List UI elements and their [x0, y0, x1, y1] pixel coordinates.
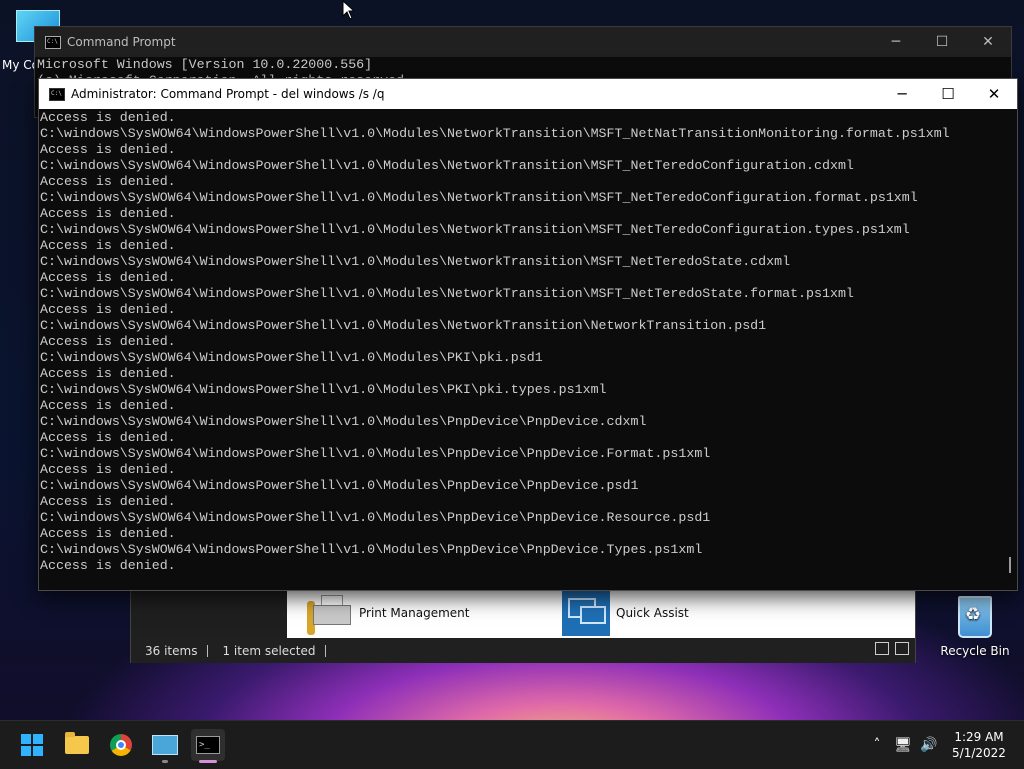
console-line: C:\windows\SysWOW64\WindowsPowerShell\v1…: [40, 414, 647, 429]
close-button[interactable]: ✕: [971, 79, 1017, 109]
quick-assist-icon: [562, 590, 610, 636]
console-line: Access is denied.: [40, 142, 176, 157]
console-line: C:\windows\SysWOW64\WindowsPowerShell\v1…: [40, 350, 543, 365]
print-management-item[interactable]: Print Management: [307, 590, 469, 636]
console-line: C:\windows\SysWOW64\WindowsPowerShell\v1…: [40, 158, 854, 173]
recycle-bin-desktop-icon[interactable]: Recycle Bin: [940, 596, 1010, 658]
minimize-button[interactable]: ─: [879, 79, 925, 109]
volume-icon[interactable]: 🔊: [918, 737, 940, 753]
print-management-label: Print Management: [359, 606, 470, 620]
item-count: 36 items: [145, 643, 198, 658]
console-line: Access is denied.: [40, 270, 176, 285]
mouse-cursor-icon: [342, 0, 354, 20]
console-line: C:\windows\SysWOW64\WindowsPowerShell\v1…: [40, 446, 711, 461]
console-line: Access is denied.: [40, 526, 176, 541]
console-line: C:\windows\SysWOW64\WindowsPowerShell\v1…: [40, 318, 767, 333]
explorer-status-bar: 36 items 1 item selected: [131, 638, 915, 663]
titlebar[interactable]: Administrator: Command Prompt - del wind…: [39, 79, 1017, 109]
chrome-taskbar-button[interactable]: [104, 729, 138, 761]
console-line: Access is denied.: [40, 494, 176, 509]
printer-icon: [307, 591, 353, 635]
recycle-bin-icon: [958, 596, 992, 638]
large-icons-view-icon[interactable]: [895, 642, 909, 655]
console-line: Access is denied.: [40, 238, 176, 253]
minimize-button[interactable]: ─: [873, 27, 919, 57]
console-line: C:\windows\SysWOW64\WindowsPowerShell\v1…: [40, 382, 607, 397]
close-button[interactable]: ✕: [965, 27, 1011, 57]
quick-assist-label: Quick Assist: [616, 606, 689, 620]
recycle-bin-label: Recycle Bin: [940, 644, 1010, 658]
console-line: C:\windows\SysWOW64\WindowsPowerShell\v1…: [40, 222, 910, 237]
window-title: Administrator: Command Prompt - del wind…: [71, 87, 385, 101]
titlebar[interactable]: Command Prompt ─ ☐ ✕: [35, 27, 1011, 57]
maximize-button[interactable]: ☐: [925, 79, 971, 109]
file-explorer-taskbar-button[interactable]: [60, 729, 94, 761]
start-button[interactable]: [15, 729, 49, 761]
quick-assist-item[interactable]: Quick Assist: [562, 590, 689, 636]
console-line: Access is denied.: [40, 206, 176, 221]
console-line: Microsoft Windows [Version 10.0.22000.55…: [37, 57, 373, 72]
network-icon[interactable]: 🖥: [892, 737, 914, 753]
console-line: C:\windows\SysWOW64\WindowsPowerShell\v1…: [40, 286, 854, 301]
console-line: C:\windows\SysWOW64\WindowsPowerShell\v1…: [40, 510, 711, 525]
folder-icon: [65, 732, 89, 754]
status-divider: [325, 644, 327, 657]
system-tray: ˄ 🖥 🔊 1:29 AM 5/1/2022: [866, 721, 1024, 769]
clock[interactable]: 1:29 AM 5/1/2022: [944, 729, 1014, 761]
console-line: C:\windows\SysWOW64\WindowsPowerShell\v1…: [40, 254, 791, 269]
console-line: Access is denied.: [40, 174, 176, 189]
details-view-icon[interactable]: [875, 642, 889, 655]
console-line: Access is denied.: [40, 398, 176, 413]
scrollbar-thumb[interactable]: [1009, 557, 1011, 573]
chrome-icon: [110, 734, 132, 756]
console-line: Access is denied.: [40, 430, 176, 445]
file-explorer-window: Print Management Quick Assist 36 items 1…: [130, 588, 916, 663]
console-line: C:\windows\SysWOW64\WindowsPowerShell\v1…: [40, 478, 639, 493]
maximize-button[interactable]: ☐: [919, 27, 965, 57]
chevron-up-icon[interactable]: ˄: [866, 737, 888, 753]
console-output[interactable]: Access is denied. C:\windows\SysWOW64\Win…: [39, 109, 1017, 586]
cmd-app-icon: [49, 87, 65, 101]
console-line: C:\windows\SysWOW64\WindowsPowerShell\v1…: [40, 190, 918, 205]
console-line: C:\windows\SysWOW64\WindowsPowerShell\v1…: [40, 126, 950, 141]
terminal-icon: >_: [196, 736, 220, 754]
selection-count: 1 item selected: [222, 643, 316, 658]
window-title: Command Prompt: [67, 35, 176, 49]
console-line: Access is denied.: [40, 302, 176, 317]
command-prompt-taskbar-button[interactable]: >_: [191, 729, 225, 763]
taskbar: >_ ˄ 🖥 🔊 1:29 AM 5/1/2022: [0, 720, 1024, 769]
control-panel-icon: [152, 735, 178, 755]
explorer-content-pane: Print Management Quick Assist: [287, 588, 915, 638]
windows-logo-icon: [21, 734, 43, 756]
console-line: C:\windows\SysWOW64\WindowsPowerShell\v1…: [40, 542, 703, 557]
cmd-app-icon: [45, 35, 61, 49]
console-line: Access is denied.: [40, 110, 176, 125]
time: 1:29 AM: [954, 730, 1004, 744]
control-panel-taskbar-button[interactable]: [148, 729, 182, 763]
date: 5/1/2022: [952, 746, 1006, 760]
console-line: Access is denied.: [40, 334, 176, 349]
console-line: Access is denied.: [40, 366, 176, 381]
console-line: Access is denied.: [40, 462, 176, 477]
console-line: Access is denied.: [40, 558, 176, 573]
administrator-command-prompt-window[interactable]: Administrator: Command Prompt - del wind…: [38, 78, 1018, 591]
